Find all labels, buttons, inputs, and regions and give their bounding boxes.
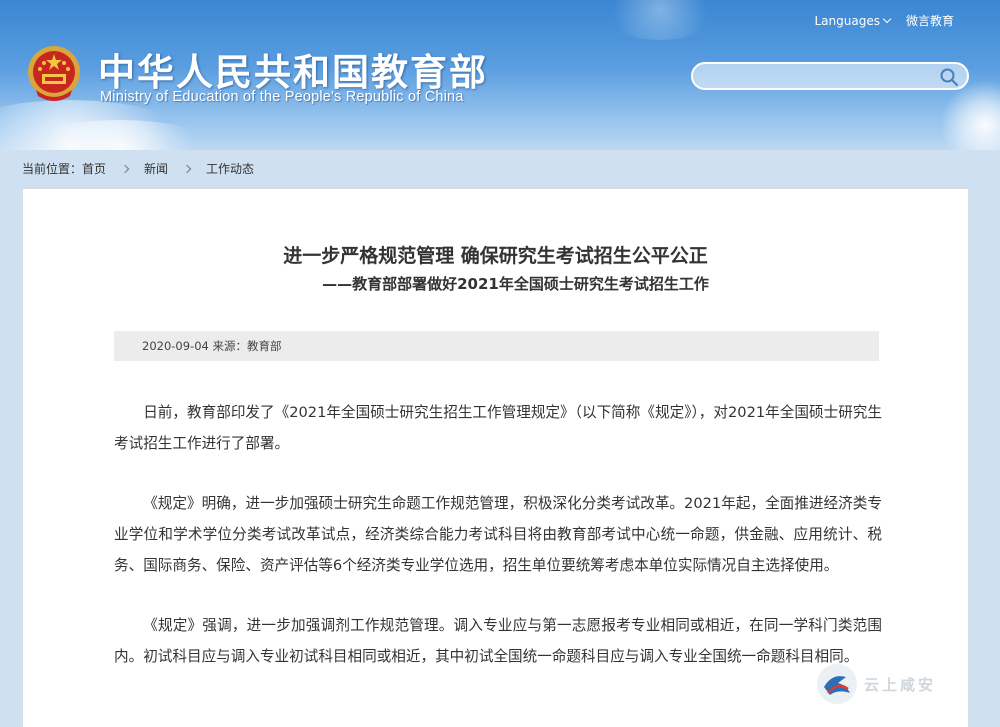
- article-panel: 进一步严格规范管理 确保研究生考试招生公平公正 ——教育部部署做好2021年全国…: [22, 188, 969, 727]
- article-subtitle: ——教育部部署做好2021年全国硕士研究生考试招生工作: [322, 275, 709, 293]
- chevron-right-icon: [120, 164, 130, 173]
- search-input[interactable]: [705, 64, 935, 88]
- article-meta: 2020-09-04 来源：教育部: [114, 331, 879, 361]
- breadcrumb-prefix: 当前位置：: [22, 162, 83, 176]
- watermark-text: 云上咸安: [863, 675, 936, 694]
- article-paragraph: 日前，教育部印发了《2021年全国硕士研究生招生工作管理规定》（以下简称《规定》…: [114, 404, 882, 452]
- site-header: 中华人民共和国教育部 Ministry of Education of the …: [0, 0, 1000, 150]
- article-body: 日前，教育部印发了《2021年全国硕士研究生招生工作管理规定》（以下简称《规定》…: [114, 397, 882, 701]
- breadcrumb-news[interactable]: 新闻: [144, 160, 168, 177]
- article-paragraph: 《规定》明确，进一步加强硕士研究生命题工作规范管理，积极深化分类考试改革。202…: [114, 495, 882, 574]
- search-icon[interactable]: [939, 67, 959, 87]
- weibo-link[interactable]: 微言教育: [906, 12, 954, 29]
- article-title: 进一步严格规范管理 确保研究生考试招生公平公正: [283, 245, 708, 267]
- watermark: 云上咸安: [816, 663, 936, 705]
- site-title: 中华人民共和国教育部: [98, 51, 488, 94]
- top-links: Languages 微言教育: [815, 12, 955, 29]
- breadcrumb-home[interactable]: 首页: [82, 160, 106, 177]
- breadcrumb: 当前位置： 首页 新闻 工作动态: [22, 160, 254, 177]
- national-emblem-icon: [28, 46, 80, 101]
- languages-link[interactable]: Languages: [814, 13, 892, 28]
- chevron-down-icon: [882, 14, 892, 24]
- chevron-right-icon: [182, 164, 192, 173]
- cloud-decoration: [600, 0, 720, 40]
- breadcrumb-work-news[interactable]: 工作动态: [206, 160, 254, 177]
- languages-label: Languages: [814, 13, 880, 28]
- weibo-label: 微言教育: [905, 14, 954, 28]
- site-subtitle: Ministry of Education of the People's Re…: [100, 89, 464, 105]
- dandelion-decoration: [940, 80, 1000, 150]
- article-paragraph: 《规定》强调，进一步加强调剂工作规范管理。调入专业应与第一志愿报考专业相同或相近…: [114, 617, 882, 665]
- search-box: [691, 62, 969, 90]
- watermark-logo-icon: [816, 664, 857, 704]
